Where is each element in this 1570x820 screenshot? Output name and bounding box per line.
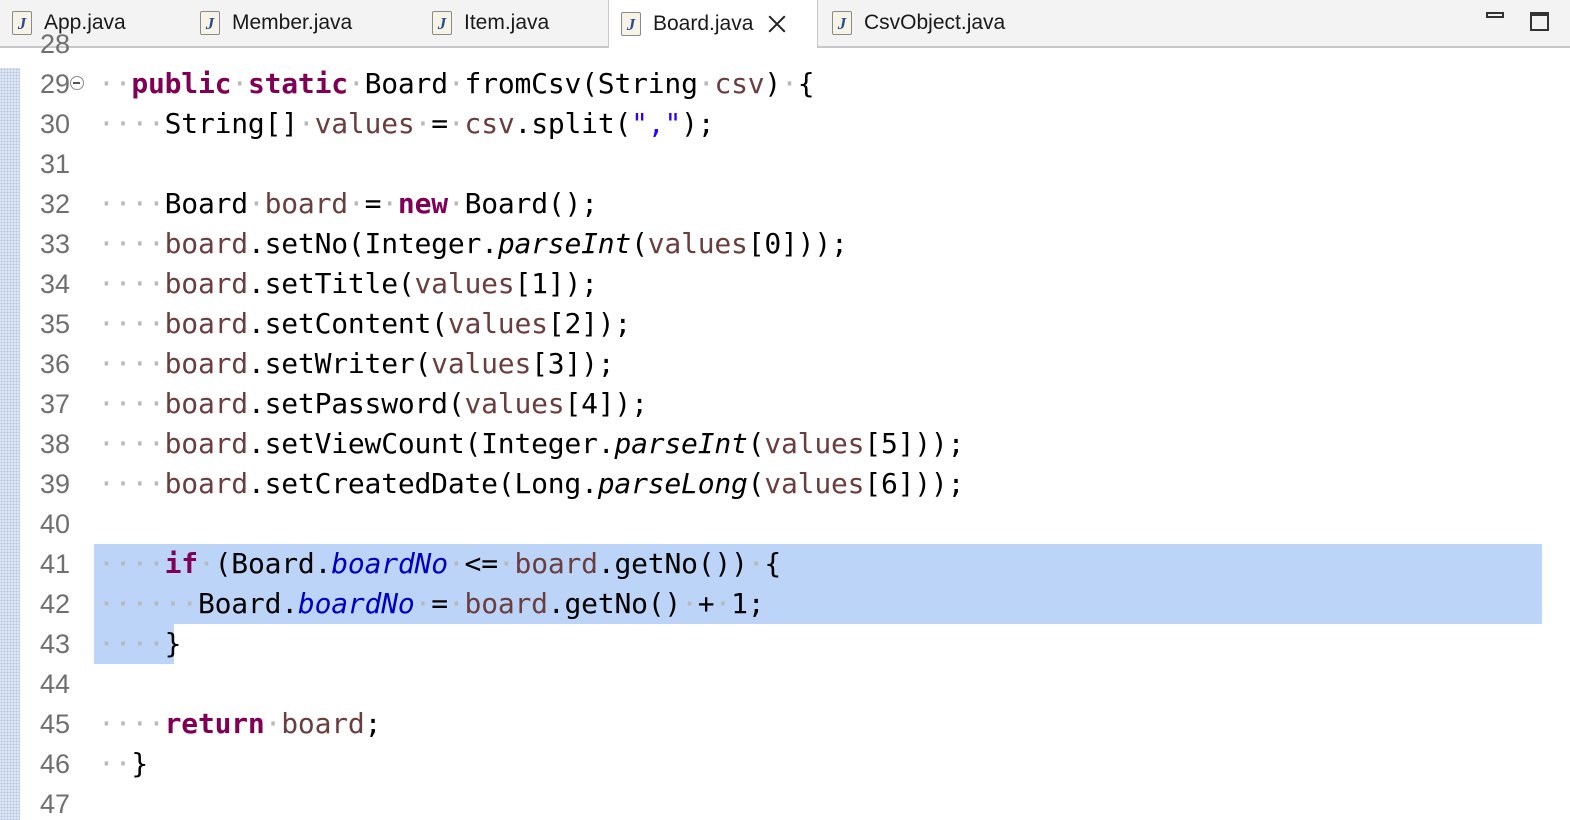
line-number: 46 [39,749,70,779]
line-number: 39 [39,469,70,499]
line-number: 37 [39,389,70,419]
code-line-46[interactable]: 46 ··} [0,744,1570,784]
line-number: 40 [39,509,70,539]
code-text: ····board.setWriter(values[3]); [98,347,615,380]
line-number: 47 [39,789,70,819]
line-number: 35 [39,309,70,339]
code-line-42[interactable]: 42 ······Board.boardNo·=·board.getNo()·+·… [0,584,1570,624]
code-text: ··} [98,747,148,780]
code-line-30[interactable]: 30 ····String[]·values·=·csv.split(","); [0,104,1570,144]
code-text: ····Board·board·=·new·Board(); [98,187,598,220]
line-number: 31 [39,149,70,179]
code-line-45[interactable]: 45 ····return·board; [0,704,1570,744]
code-line-38[interactable]: 38 ····board.setViewCount(Integer.parseIn… [0,424,1570,464]
code-line-36[interactable]: 36 ····board.setWriter(values[3]); [0,344,1570,384]
code-text: ····String[]·values·=·csv.split(","); [98,107,715,140]
code-editor[interactable]: 28 29 ··public·static·Board·fromCsv(String… [0,29,1570,820]
code-text: ····board.setPassword(values[4]); [98,387,648,420]
line-number: 28 [39,29,70,59]
code-line-34[interactable]: 34 ····board.setTitle(values[1]); [0,264,1570,304]
line-number: 42 [39,589,70,619]
line-number: 33 [39,229,70,259]
line-number: 30 [39,109,70,139]
code-line-35[interactable]: 35 ····board.setContent(values[2]); [0,304,1570,344]
line-number: 45 [39,709,70,739]
line-number: 43 [39,629,70,659]
line-number: 38 [39,429,70,459]
code-text: ····board.setViewCount(Integer.parseInt(… [98,427,965,460]
line-number: 44 [39,669,70,699]
code-line-44[interactable]: 44 [0,664,1570,704]
code-text: ····if·(Board.boardNo·<=·board.getNo())·… [98,547,782,580]
code-text: ······Board.boardNo·=·board.getNo()·+·1; [98,587,765,620]
code-line-41[interactable]: 41 ····if·(Board.boardNo·<=·board.getNo()… [0,544,1570,584]
code-text: ····board.setTitle(values[1]); [98,267,598,300]
eclipse-editor-window: J App.java J Member.java J Item.java J B… [0,0,1570,820]
fold-collapse-icon[interactable] [70,76,84,90]
code-line-47[interactable]: 47 [0,784,1570,820]
line-number: 41 [39,549,70,579]
code-line-43[interactable]: 43 ····} [0,624,1570,664]
code-line-29[interactable]: 29 ··public·static·Board·fromCsv(String·c… [0,64,1570,104]
code-line-40[interactable]: 40 [0,504,1570,544]
code-line-31[interactable]: 31 [0,144,1570,184]
code-line-28[interactable]: 28 [0,24,1570,64]
code-text: ··public·static·Board·fromCsv(String·csv… [98,67,815,100]
line-number: 32 [39,189,70,219]
code-line-39[interactable]: 39 ····board.setCreatedDate(Long.parseLon… [0,464,1570,504]
code-line-32[interactable]: 32 ····Board·board·=·new·Board(); [0,184,1570,224]
code-text: ····} [98,627,182,660]
code-line-37[interactable]: 37 ····board.setPassword(values[4]); [0,384,1570,424]
code-text: ····board.setNo(Integer.parseInt(values[… [98,227,848,260]
code-text: ····board.setCreatedDate(Long.parseLong(… [98,467,965,500]
line-number: 36 [39,349,70,379]
code-text: ····board.setContent(values[2]); [98,307,632,340]
code-line-33[interactable]: 33 ····board.setNo(Integer.parseInt(value… [0,224,1570,264]
line-number: 29 [39,69,70,99]
code-text: ····return·board; [98,707,382,740]
line-number: 34 [39,269,70,299]
